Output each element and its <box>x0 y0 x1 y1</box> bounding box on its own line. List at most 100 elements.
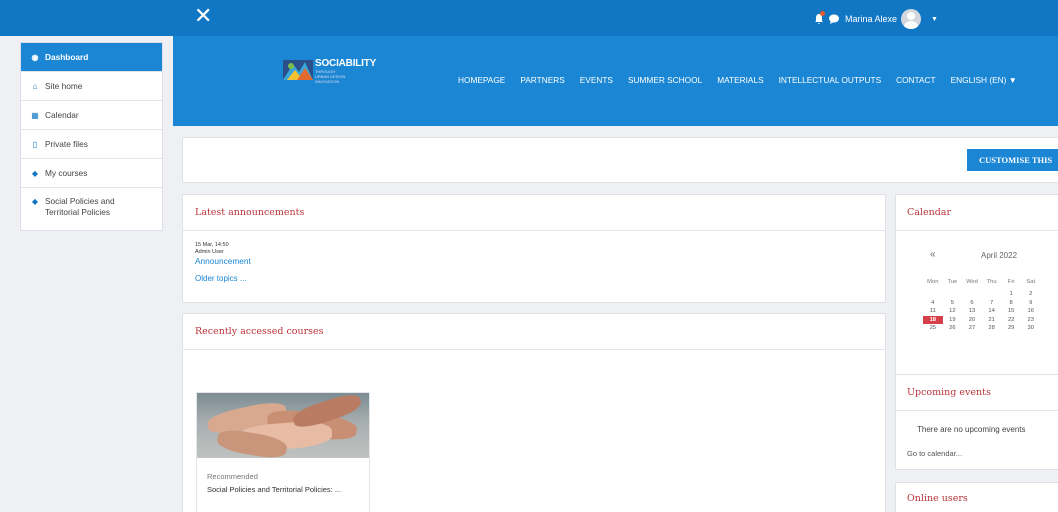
calendar-day[interactable]: 15 <box>1001 307 1021 315</box>
main-menu: HOMEPAGE PARTNERS EVENTS SUMMER SCHOOL M… <box>458 75 1017 85</box>
go-to-calendar-link[interactable]: Go to calendar... <box>907 449 962 458</box>
block-header: Calendar <box>896 195 1058 231</box>
calendar-day[interactable]: 30 <box>1021 324 1041 332</box>
drawer-item-private-files[interactable]: ▯ Private files <box>21 130 162 159</box>
block-header: Recently accessed courses <box>183 314 885 350</box>
weekday-label: Thu <box>986 279 997 285</box>
language-selector[interactable]: ENGLISH (EN) ▼ <box>951 75 1017 85</box>
customise-page-button[interactable]: CUSTOMISE THIS <box>967 149 1058 171</box>
calendar-day <box>982 290 1002 298</box>
user-menu-area: Marina Alexe ▼ <box>813 9 938 29</box>
chat-icon[interactable] <box>828 13 840 25</box>
calendar-week-row: 11 12 13 14 15 16 <box>923 307 1058 315</box>
course-name-link[interactable]: Social Policies and Territorial Policies… <box>207 485 341 494</box>
menu-item-intellectual-outputs[interactable]: INTELLECTUAL OUTPUTS <box>779 75 882 85</box>
calendar-week-row: 456789 <box>923 299 1058 307</box>
course-image[interactable] <box>197 393 369 458</box>
nav-drawer: ◉ Dashboard ⌂ Site home ▦ Calendar ▯ Pri… <box>20 42 163 231</box>
calendar-day[interactable]: 26 <box>943 324 963 332</box>
calendar-grid: Mon Tue Wed Thu Fri Sat 1 2 4 5 6 7 8 9 11 12 13 14 15 16 18… <box>923 278 1058 332</box>
calendar-day[interactable]: 19 <box>943 316 963 324</box>
avatar[interactable] <box>901 9 922 29</box>
online-users-block: Online users <box>895 482 1058 512</box>
weekday-label: Wed <box>966 279 978 285</box>
calendar-day[interactable]: 4 <box>923 299 943 307</box>
graduation-cap-icon: ◆ <box>31 168 39 178</box>
calendar-day[interactable]: 11 <box>923 307 943 315</box>
calendar-month[interactable]: April 2022 <box>981 251 1017 260</box>
older-topics-link[interactable]: Older topics ... <box>195 274 873 283</box>
calendar-day[interactable]: 5 <box>943 299 963 307</box>
chevron-down-icon[interactable]: ▼ <box>931 16 938 23</box>
upcoming-events-block: Upcoming events There are no upcoming ev… <box>895 374 1058 470</box>
block-title: Upcoming events <box>907 387 991 398</box>
latest-announcements-block: Latest announcements 15 Mar, 14:50 Admin… <box>182 194 886 303</box>
previous-month-icon[interactable]: « <box>930 249 936 260</box>
block-title: Latest announcements <box>195 207 305 218</box>
course-category: Recommended <box>207 472 258 481</box>
calendar-week-row: 18 19 20 21 22 23 <box>923 315 1058 324</box>
calendar-day[interactable]: 20 <box>962 316 982 324</box>
menu-item-summer-school[interactable]: SUMMER SCHOOL <box>628 75 702 85</box>
user-name[interactable]: Marina Alexe <box>845 14 897 24</box>
page-header-bar: CUSTOMISE THIS <box>182 137 1058 183</box>
site-logo[interactable]: SOCIABILITY THROUGH URBAN DESIGN INNOVAT… <box>283 58 385 84</box>
announcement-author: Admin User <box>195 248 224 255</box>
calendar-day[interactable]: 29 <box>1001 324 1021 332</box>
calendar-icon: ▦ <box>31 110 39 120</box>
site-banner: SOCIABILITY THROUGH URBAN DESIGN INNOVAT… <box>173 36 1058 126</box>
calendar-day[interactable]: 6 <box>962 299 982 307</box>
calendar-day[interactable]: 7 <box>982 299 1002 307</box>
drawer-item-label: Dashboard <box>45 52 89 62</box>
graduation-cap-icon: ◆ <box>31 196 39 206</box>
calendar-day[interactable]: 9 <box>1021 299 1041 307</box>
calendar-day[interactable]: 21 <box>982 316 1002 324</box>
drawer-item-dashboard[interactable]: ◉ Dashboard <box>21 43 162 72</box>
calendar-day[interactable]: 16 <box>1021 307 1041 315</box>
menu-item-events[interactable]: EVENTS <box>580 75 613 85</box>
drawer-item-site-home[interactable]: ⌂ Site home <box>21 72 162 101</box>
logo-subtitle-3: INNOVATION <box>315 79 340 84</box>
announcement-link[interactable]: Announcement <box>195 256 873 266</box>
calendar-block: Calendar « April 2022 Mon Tue Wed Thu Fri Sat… <box>895 194 1058 391</box>
calendar-day[interactable]: 8 <box>1001 299 1021 307</box>
weekday-row: Mon Tue Wed Thu Fri Sat <box>923 278 1058 286</box>
drawer-item-course[interactable]: ◆ Social Policies and Territorial Polici… <box>21 188 162 230</box>
block-title: Calendar <box>907 207 951 218</box>
menu-item-contact[interactable]: CONTACT <box>896 75 935 85</box>
dashboard-icon: ◉ <box>31 52 39 62</box>
calendar-day <box>943 290 963 298</box>
calendar-day[interactable]: 22 <box>1001 316 1021 324</box>
calendar-day[interactable]: 27 <box>962 324 982 332</box>
notification-badge <box>820 11 825 16</box>
calendar-week-row: 25 26 27 28 29 30 <box>923 324 1058 332</box>
drawer-item-my-courses[interactable]: ◆ My courses <box>21 159 162 188</box>
menu-item-partners[interactable]: PARTNERS <box>520 75 564 85</box>
calendar-day[interactable]: 2 <box>1021 290 1041 298</box>
calendar-day[interactable]: 23 <box>1021 316 1041 324</box>
calendar-day[interactable]: 25 <box>923 324 943 332</box>
block-title: Online users <box>907 492 968 504</box>
calendar-day[interactable]: 1 <box>1001 290 1021 298</box>
bell-icon[interactable] <box>813 11 825 25</box>
file-icon: ▯ <box>32 139 38 149</box>
calendar-day-today[interactable]: 18 <box>923 315 943 324</box>
calendar-day[interactable]: 28 <box>982 324 1002 332</box>
calendar-day[interactable]: 12 <box>943 307 963 315</box>
calendar-day <box>962 290 982 298</box>
block-title: Recently accessed courses <box>195 326 324 337</box>
menu-item-homepage[interactable]: HOMEPAGE <box>458 75 505 85</box>
course-card[interactable]: Recommended Social Policies and Territor… <box>196 392 370 512</box>
calendar-day[interactable]: 14 <box>982 307 1002 315</box>
block-header: Upcoming events <box>896 375 1058 411</box>
close-drawer-icon[interactable]: ✕ <box>194 6 212 28</box>
top-navbar: ✕ Marina Alexe ▼ <box>0 0 1058 36</box>
drawer-item-label: Social Policies and Territorial Policies <box>45 196 115 217</box>
menu-item-materials[interactable]: MATERIALS <box>717 75 763 85</box>
drawer-item-label: Calendar <box>45 110 79 120</box>
calendar-day[interactable]: 13 <box>962 307 982 315</box>
announcement-item: 15 Mar, 14:50 Admin User Announcement Ol… <box>183 231 885 294</box>
drawer-item-calendar[interactable]: ▦ Calendar <box>21 101 162 130</box>
block-header: Online users <box>896 483 1058 512</box>
calendar-day <box>923 290 943 298</box>
